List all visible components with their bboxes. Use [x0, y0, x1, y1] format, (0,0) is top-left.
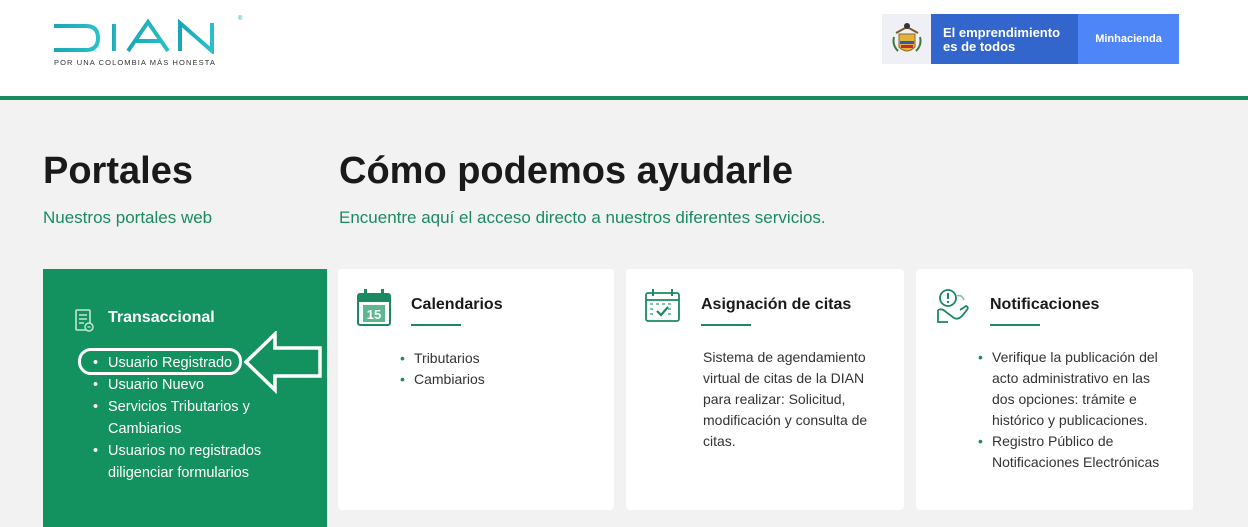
- help-subtitle: Encuentre aquí el acceso directo a nuest…: [339, 208, 826, 227]
- title-underline: [411, 324, 461, 326]
- calendar-15-icon: 15: [356, 288, 392, 333]
- notificaciones-list: Verifique la publicación del acto admini…: [975, 347, 1175, 473]
- title-underline: [990, 324, 1040, 326]
- help-title: Cómo podemos ayudarle: [339, 150, 793, 192]
- government-banner[interactable]: El emprendimiento es de todos Minhaciend…: [882, 14, 1179, 64]
- calendarios-list: Tributarios Cambiarios: [397, 348, 597, 390]
- title-underline: [701, 324, 751, 326]
- dian-logo-mark: ®: [54, 15, 243, 56]
- card-asignacion-citas[interactable]: Asignación de citas Sistema de agendamie…: [626, 269, 904, 510]
- link-servicios-tributarios[interactable]: Servicios Tributarios y Cambiarios: [108, 399, 250, 437]
- ministry-label[interactable]: Minhacienda: [1078, 14, 1179, 64]
- card-notificaciones[interactable]: Notificaciones Verifique la publicación …: [916, 269, 1193, 510]
- logo-tagline: POR UNA COLOMBIA MÁS HONESTA: [54, 58, 216, 67]
- link-usuarios-no-registrados[interactable]: Usuarios no registrados diligenciar form…: [108, 443, 261, 481]
- site-header: ® POR UNA COLOMBIA MÁS HONESTA El empren…: [0, 0, 1248, 97]
- colombia-crest-icon: [882, 14, 931, 64]
- card-calendarios[interactable]: 15 Calendarios Tributarios Cambiarios: [338, 269, 614, 510]
- asignacion-citas-description: Sistema de agendamiento virtual de citas…: [703, 349, 868, 449]
- list-item[interactable]: Usuarios no registrados diligenciar form…: [89, 440, 319, 484]
- dian-logo[interactable]: ® POR UNA COLOMBIA MÁS HONESTA: [52, 14, 252, 70]
- gov-slogan-line1: El emprendimiento: [943, 25, 1061, 40]
- card-title-asignacion-citas: Asignación de citas: [701, 296, 852, 313]
- transaction-document-icon: [73, 308, 95, 339]
- svg-text:®: ®: [238, 15, 243, 22]
- portales-title: Portales: [43, 150, 193, 192]
- card-title-notificaciones: Notificaciones: [990, 296, 1100, 313]
- highlight-outline: [78, 348, 242, 375]
- list-item[interactable]: Registro Público de Notificaciones Elect…: [975, 431, 1175, 473]
- calendar-number: 15: [367, 307, 381, 322]
- portales-subtitle: Nuestros portales web: [43, 208, 213, 227]
- gov-slogan-line2: es de todos: [943, 39, 1016, 54]
- list-item[interactable]: Servicios Tributarios y Cambiarios: [89, 396, 319, 440]
- pointer-arrow-icon: [243, 329, 325, 400]
- list-item[interactable]: Verifique la publicación del acto admini…: [975, 347, 1175, 431]
- list-item[interactable]: Tributarios: [397, 348, 597, 369]
- list-item[interactable]: Cambiarios: [397, 369, 597, 390]
- card-title-calendarios: Calendarios: [411, 296, 503, 313]
- gov-slogan: El emprendimiento es de todos: [931, 14, 1078, 64]
- transaccional-title: Transaccional: [108, 309, 215, 326]
- link-usuario-nuevo[interactable]: Usuario Nuevo: [108, 377, 204, 393]
- header-divider: [0, 96, 1248, 100]
- calendar-check-icon: [644, 288, 682, 329]
- notification-hand-icon: [934, 288, 972, 331]
